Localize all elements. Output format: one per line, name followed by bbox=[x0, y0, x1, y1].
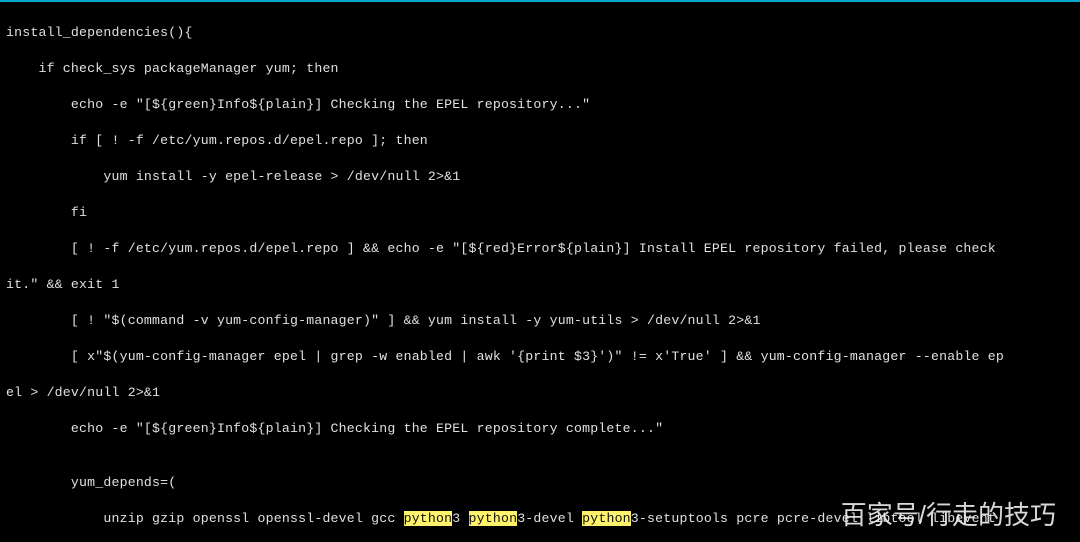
code-line: fi bbox=[6, 204, 1074, 222]
code-line: yum_depends=( bbox=[6, 474, 1074, 492]
code-line: yum install -y epel-release > /dev/null … bbox=[6, 168, 1074, 186]
code-line: [ x"$(yum-config-manager epel | grep -w … bbox=[6, 348, 1074, 366]
code-line: [ ! "$(command -v yum-config-manager)" ]… bbox=[6, 312, 1074, 330]
code-line: echo -e "[${green}Info${plain}] Checking… bbox=[6, 420, 1074, 438]
code-line: [ ! -f /etc/yum.repos.d/epel.repo ] && e… bbox=[6, 240, 1074, 258]
search-highlight: python bbox=[469, 511, 518, 526]
terminal-output: install_dependencies(){ if check_sys pac… bbox=[0, 2, 1080, 542]
code-line: echo -e "[${green}Info${plain}] Checking… bbox=[6, 96, 1074, 114]
search-highlight: python bbox=[582, 511, 631, 526]
code-line: if check_sys packageManager yum; then bbox=[6, 60, 1074, 78]
code-line: it." && exit 1 bbox=[6, 276, 1074, 294]
code-line: el > /dev/null 2>&1 bbox=[6, 384, 1074, 402]
search-highlight: python bbox=[404, 511, 453, 526]
watermark-text: 百家号/行走的技巧 bbox=[841, 506, 1056, 524]
code-line: install_dependencies(){ bbox=[6, 24, 1074, 42]
code-line: if [ ! -f /etc/yum.repos.d/epel.repo ]; … bbox=[6, 132, 1074, 150]
